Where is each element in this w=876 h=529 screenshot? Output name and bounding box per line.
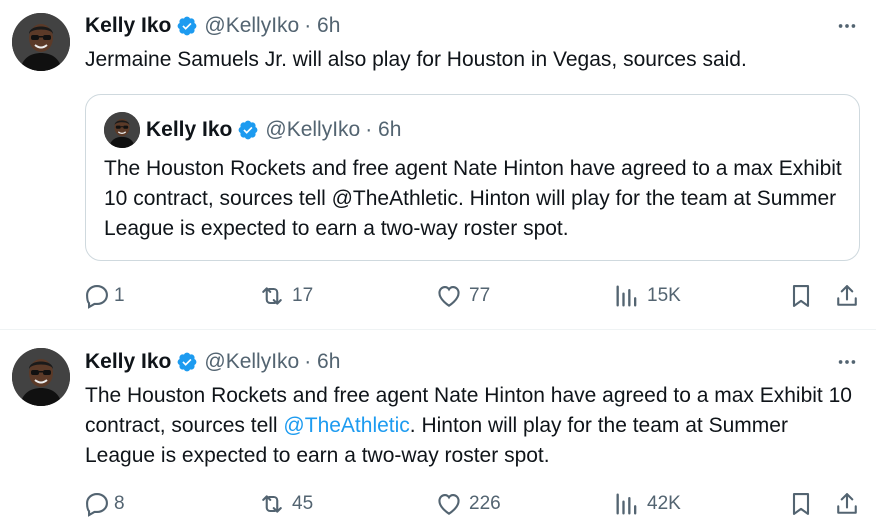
repost-count: 17	[292, 285, 314, 306]
views-button[interactable]: 15K	[613, 280, 681, 312]
like-count: 77	[469, 285, 491, 306]
author-name[interactable]: Kelly Iko	[85, 14, 171, 38]
views-icon	[613, 282, 641, 310]
quoted-timestamp: · 6h	[365, 118, 402, 141]
tweet-text: Jermaine Samuels Jr. will also play for …	[85, 48, 747, 71]
avatar[interactable]	[12, 13, 70, 71]
tweet-header: Kelly Iko @KellyIko · 6h	[85, 349, 340, 375]
views-count: 42K	[647, 493, 681, 514]
tweet-header: Kelly Iko @KellyIko · 6h	[85, 13, 340, 39]
reply-count: 1	[114, 285, 125, 306]
like-icon	[435, 282, 463, 310]
quoted-avatar	[104, 112, 140, 148]
quoted-header: Kelly Iko @KellyIko · 6h	[146, 117, 401, 143]
more-icon[interactable]	[834, 13, 860, 39]
tweet-text: The Houston Rockets and free agent Nate …	[85, 381, 855, 471]
action-bar: 1 17 77 15K	[83, 280, 863, 312]
author-handle[interactable]: @KellyIko	[204, 350, 299, 374]
like-button[interactable]: 77	[435, 280, 490, 312]
share-icon[interactable]	[833, 488, 861, 520]
quoted-tweet[interactable]: Kelly Iko @KellyIko · 6h The Houston Roc…	[85, 94, 860, 261]
author-name[interactable]: Kelly Iko	[85, 350, 171, 374]
views-count: 15K	[647, 285, 681, 306]
views-button[interactable]: 42K	[613, 488, 681, 520]
reply-icon	[83, 282, 111, 310]
verified-badge-icon	[237, 119, 259, 141]
reply-count: 8	[114, 493, 125, 514]
quoted-author-name: Kelly Iko	[146, 118, 233, 141]
timestamp[interactable]: · 6h	[304, 14, 340, 38]
like-button[interactable]: 226	[435, 488, 501, 520]
bookmark-icon[interactable]	[787, 488, 815, 520]
reply-icon	[83, 490, 111, 518]
repost-button[interactable]: 45	[258, 488, 313, 520]
timestamp[interactable]: · 6h	[304, 350, 340, 374]
tweet[interactable]: Kelly Iko @KellyIko · 6h The Houston Roc…	[0, 330, 876, 529]
reply-button[interactable]: 1	[83, 280, 125, 312]
action-bar: 8 45 226 42K	[83, 488, 863, 520]
repost-icon	[258, 282, 286, 310]
bookmark-icon[interactable]	[787, 280, 815, 312]
avatar[interactable]	[12, 348, 70, 406]
author-handle[interactable]: @KellyIko	[204, 14, 299, 38]
verified-badge-icon	[176, 15, 198, 37]
views-icon	[613, 490, 641, 518]
reply-button[interactable]: 8	[83, 488, 125, 520]
more-icon[interactable]	[834, 349, 860, 375]
share-icon[interactable]	[833, 280, 861, 312]
mention-link[interactable]: @TheAthletic	[283, 414, 409, 437]
tweet[interactable]: Kelly Iko @KellyIko · 6h Jermaine Samuel…	[0, 0, 876, 330]
like-count: 226	[469, 493, 501, 514]
repost-button[interactable]: 17	[258, 280, 313, 312]
like-icon	[435, 490, 463, 518]
repost-icon	[258, 490, 286, 518]
quoted-text: The Houston Rockets and free agent Nate …	[104, 157, 842, 240]
verified-badge-icon	[176, 351, 198, 373]
quoted-author-handle: @KellyIko	[265, 118, 361, 141]
repost-count: 45	[292, 493, 314, 514]
